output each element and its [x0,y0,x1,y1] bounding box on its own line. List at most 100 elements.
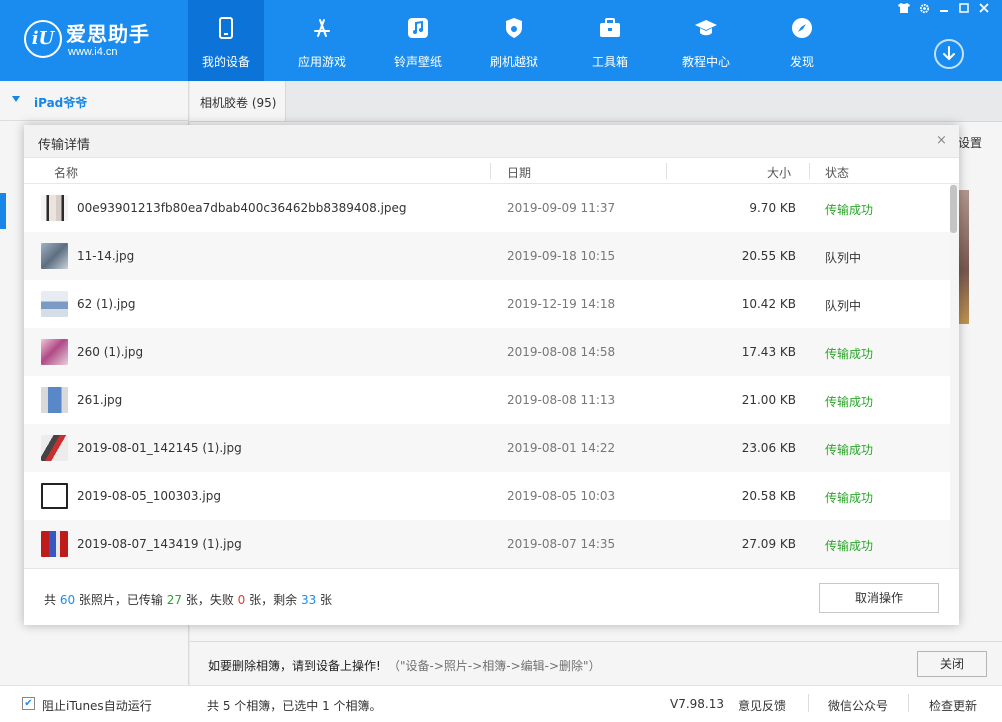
total-count: 60 [59,593,76,607]
file-name: 261.jpg [77,393,123,407]
table-row[interactable]: 62 (1).jpg 2019-12-19 14:18 10.42 KB 队列中 [24,280,950,328]
nav-label: 应用游戏 [297,55,346,69]
file-size: 23.06 KB [741,441,796,455]
download-button[interactable] [934,39,964,69]
skin-button[interactable] [896,3,912,17]
table-row[interactable]: 2019-08-07_143419 (1).jpg 2019-08-07 14:… [24,520,950,568]
transfer-status: 队列中 [825,299,862,313]
nav-label: 工具箱 [591,55,628,69]
column-divider [490,163,491,179]
close-window-button[interactable] [976,3,992,17]
transferred-count: 27 [166,593,183,607]
nav-tutorials[interactable]: 教程中心 [668,0,744,81]
nav-label: 刷机越狱 [489,55,538,69]
file-thumbnail [41,339,68,365]
dialog-close-icon[interactable]: × [936,133,947,148]
file-date: 2019-08-08 11:13 [507,393,616,407]
divider [808,694,809,712]
nav-label: 铃声壁纸 [393,55,442,69]
scrollbar-thumb[interactable] [950,185,957,233]
divider [908,694,909,712]
file-thumbnail [41,291,68,317]
nav-ringtones-wallpapers[interactable]: 铃声壁纸 [380,0,456,81]
nav-label: 教程中心 [681,55,730,69]
summary-text: 张照片，已传输 [75,593,167,607]
file-size: 9.70 KB [749,201,796,215]
album-count-text: 共 5 个相簿，已选中 1 个相簿。 [207,699,382,713]
dialog-header: 传输详情 × [24,125,959,158]
graduation-cap-icon [695,20,717,36]
file-size: 21.00 KB [741,393,796,407]
check-update-link[interactable]: 检查更新 [929,697,977,714]
file-thumbnail [41,243,68,269]
minimize-icon [940,10,948,12]
nav-discover[interactable]: 发现 [764,0,840,81]
feedback-link[interactable]: 意见反馈 [738,697,786,714]
table-row[interactable]: 00e93901213fb80ea7dbab400c36462bb8389408… [24,184,950,232]
remaining-count: 33 [300,593,317,607]
file-date: 2019-08-07 14:35 [507,537,616,551]
nav-apps-games[interactable]: 应用游戏 [284,0,360,81]
file-size: 17.43 KB [741,345,796,359]
column-header-date[interactable]: 日期 [507,164,531,181]
music-note-icon [408,18,428,38]
version-text: V7.98.13 [670,697,725,711]
table-row[interactable]: 261.jpg 2019-08-08 11:13 21.00 KB 传输成功 [24,376,950,424]
nav-toolbox[interactable]: 工具箱 [572,0,648,81]
table-header: 名称 日期 大小 状态 [24,158,959,184]
transfer-status: 传输成功 [825,395,874,409]
file-date: 2019-09-09 11:37 [507,201,616,215]
app-store-icon [314,19,330,37]
cancel-operation-button[interactable]: 取消操作 [819,583,939,613]
column-divider [666,163,667,179]
top-bar: iU 爱思助手 www.i4.cn 我的设备 应用游戏 铃声壁纸 刷机越狱 工具… [0,0,1002,81]
file-date: 2019-12-19 14:18 [507,297,616,311]
minimize-button[interactable] [936,3,952,17]
toolbox-icon [600,18,620,37]
block-itunes-label[interactable]: 阻止iTunes自动运行 [42,697,152,714]
table-row[interactable]: 2019-08-01_142145 (1).jpg 2019-08-01 14:… [24,424,950,472]
i4-logo: iU [24,20,62,58]
compass-icon [792,18,812,38]
transfer-status: 传输成功 [825,443,874,457]
maximize-button[interactable] [956,3,972,17]
column-header-status[interactable]: 状态 [825,164,849,181]
table-row[interactable]: 260 (1).jpg 2019-08-08 14:58 17.43 KB 传输… [24,328,950,376]
file-size: 20.55 KB [741,249,796,263]
table-row[interactable]: 2019-08-05_100303.jpg 2019-08-05 10:03 2… [24,472,950,520]
file-name: 2019-08-07_143419 (1).jpg [77,537,242,551]
scrollbar-track[interactable] [950,184,959,568]
column-divider [809,163,810,179]
transfer-summary: 共 60 张照片，已传输 27 张，失败 0 张，剩余 33 张 [44,591,332,608]
shield-icon [506,18,522,38]
summary-text: 张，剩余 [245,593,301,607]
file-name: 00e93901213fb80ea7dbab400c36462bb8389408… [77,201,407,215]
file-thumbnail [41,387,68,413]
dialog-title: 传输详情 [38,138,91,153]
file-name: 2019-08-01_142145 (1).jpg [77,441,242,455]
nav-my-devices[interactable]: 我的设备 [188,0,264,81]
transfer-details-dialog: 传输详情 × 名称 日期 大小 状态 00e93901213fb80ea7dba… [24,125,959,625]
transfer-status: 传输成功 [825,491,874,505]
status-bar: ✔ 阻止iTunes自动运行 共 5 个相簿，已选中 1 个相簿。 V7.98.… [0,685,1002,722]
summary-text: 张 [316,593,333,607]
nav-flash-jailbreak[interactable]: 刷机越狱 [476,0,552,81]
transfer-status: 传输成功 [825,203,874,217]
file-size: 20.58 KB [741,489,796,503]
block-itunes-checkbox[interactable]: ✔ [22,697,35,710]
app-url: www.i4.cn [68,46,118,58]
maximize-icon [959,3,969,13]
settings-button[interactable] [916,3,932,17]
file-date: 2019-08-08 14:58 [507,345,616,359]
file-name: 2019-08-05_100303.jpg [77,489,221,503]
transfer-status: 传输成功 [825,539,874,553]
table-row[interactable]: 11-14.jpg 2019-09-18 10:15 20.55 KB 队列中 [24,232,950,280]
column-header-size[interactable]: 大小 [767,164,791,181]
nav-label: 我的设备 [201,55,250,69]
transfer-list: 00e93901213fb80ea7dbab400c36462bb8389408… [24,184,959,568]
file-name: 11-14.jpg [77,249,135,263]
transfer-status: 队列中 [825,251,862,265]
column-header-name[interactable]: 名称 [54,164,78,181]
wechat-link[interactable]: 微信公众号 [828,697,888,714]
summary-text: 共 [44,593,60,607]
